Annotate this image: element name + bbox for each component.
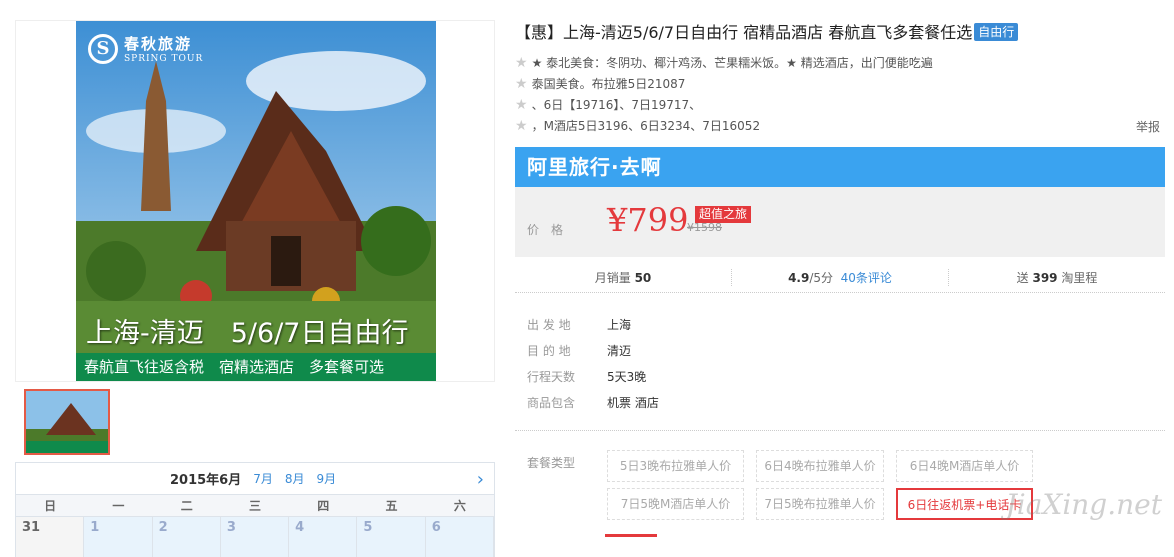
star-icon: ★: [515, 97, 528, 113]
price-panel: 价格 ¥799 超值之旅 ¥1598: [515, 187, 1165, 257]
calendar-day: 31: [16, 517, 85, 557]
star-icon: ★: [515, 118, 528, 134]
package-option[interactable]: 7日5晚布拉雅单人价: [756, 488, 884, 520]
calendar-day[interactable]: 3: [220, 517, 290, 557]
rating-suffix: /5分: [809, 271, 834, 285]
image-caption-band: 春航直飞往返含税 宿精选酒店 多套餐可选: [76, 353, 436, 381]
image-caption-title: 上海-清迈 5/6/7日自由行: [86, 318, 409, 349]
highlight-item: ★ ，M酒店5日3196、6日3234、7日16052: [515, 116, 1165, 137]
highlight-text: ★ 泰北美食：冬阴功、椰汁鸡汤、芒果糯米饭。★ 精选酒店，出门便能吃遍: [531, 56, 933, 70]
logo-cn-text: 春秋旅游: [124, 35, 193, 53]
current-price: ¥799: [607, 201, 689, 239]
package-option[interactable]: 6日4晚布拉雅单人价: [756, 450, 884, 482]
product-type-tag: 自由行: [974, 23, 1019, 41]
calendar-month-tab[interactable]: 8月: [285, 470, 305, 487]
package-option[interactable]: 7日5晚M酒店单人价: [607, 488, 744, 520]
info-value: 清迈: [607, 344, 632, 358]
product-title-text: 【惠】上海-清迈5/6/7日自由行 宿精品酒店 春航直飞多套餐任选: [515, 23, 973, 42]
image-thumbnail[interactable]: [24, 389, 110, 455]
weekday-label: 日: [44, 499, 57, 513]
calendar-current-month: 2015年6月: [170, 473, 242, 488]
monthly-sales: 月销量 50: [515, 269, 731, 286]
chevron-right-icon[interactable]: ›: [477, 469, 484, 490]
product-detail-column: 【惠】上海-清迈5/6/7日自由行 宿精品酒店 春航直飞多套餐任选 自由行 ★ ★ …: [515, 20, 1165, 520]
weekday-label: 三: [248, 499, 261, 513]
highlight-text: 泰国美食。布拉雅5日21087: [531, 77, 686, 91]
thumbnail-temple-icon: [26, 391, 108, 453]
mileage-prefix: 送: [1016, 271, 1029, 285]
calendar-day[interactable]: 1: [84, 517, 153, 557]
calendar-day[interactable]: 6: [425, 517, 494, 557]
sales-value: 50: [634, 271, 652, 285]
info-row: 出 发 地 上海: [527, 312, 659, 338]
calendar-day[interactable]: 4: [289, 517, 358, 557]
main-image-frame: S 春秋旅游 SPRING TOUR 上海-清迈 5/6/7日自由行 春航直飞往…: [15, 20, 495, 382]
weekday-label: 一: [112, 499, 125, 513]
trip-info: 出 发 地 上海 目 的 地 清迈 行程天数 5天3晚 商品包含 机票 酒店: [527, 312, 659, 416]
info-key: 目 的 地: [527, 344, 571, 358]
mileage-suffix: 淘里程: [1061, 271, 1098, 285]
divider: [515, 430, 1165, 431]
mileage-value: 399: [1032, 271, 1058, 285]
info-key: 出 发 地: [527, 318, 571, 332]
report-link[interactable]: 举报: [1136, 118, 1160, 135]
rating: 4.9/5分 40条评论: [731, 269, 948, 286]
highlight-item: ★ 、6日【19716】、7日19717、: [515, 95, 1165, 116]
weekday-label: 四: [317, 499, 330, 513]
calendar-weekdays: 日 一 二 三 四 五 六: [16, 495, 494, 517]
calendar-week-row: 31 1 2 3 4 5 6: [16, 517, 494, 557]
package-options: 5日3晚布拉雅单人价 6日4晚布拉雅单人价 6日4晚M酒店单人价 7日5晚M酒店…: [607, 450, 1057, 520]
highlight-item: ★ ★ 泰北美食：冬阴功、椰汁鸡汤、芒果糯米饭。★ 精选酒店，出门便能吃遍: [515, 53, 1165, 74]
calendar-day[interactable]: 5: [357, 517, 426, 557]
info-value: 上海: [607, 318, 632, 332]
departure-calendar: 2015年6月 7月 8月 9月 › 日 一 二 三 四 五 六 31 1 2 …: [15, 462, 495, 557]
gallery-column: S 春秋旅游 SPRING TOUR 上海-清迈 5/6/7日自由行 春航直飞往…: [15, 20, 495, 557]
product-highlights: ★ ★ 泰北美食：冬阴功、椰汁鸡汤、芒果糯米饭。★ 精选酒店，出门便能吃遍 ★ 泰国…: [515, 53, 1165, 137]
package-option[interactable]: 5日3晚布拉雅单人价: [607, 450, 744, 482]
star-icon: ★: [515, 76, 528, 92]
original-price: ¥1598: [687, 221, 722, 234]
package-type-label: 套餐类型: [527, 456, 576, 470]
logo-en-text: SPRING TOUR: [124, 54, 204, 64]
highlight-text: 、6日【19716】、7日19717、: [531, 98, 702, 112]
calendar-month-tab[interactable]: 9月: [317, 470, 337, 487]
main-product-image[interactable]: S 春秋旅游 SPRING TOUR 上海-清迈 5/6/7日自由行 春航直飞往…: [76, 21, 436, 381]
site-watermark: JiaXing.net: [1005, 488, 1162, 521]
star-icon: ★: [515, 55, 528, 71]
sales-label: 月销量: [594, 271, 631, 285]
info-value: 机票 酒店: [607, 396, 659, 410]
spring-tour-logo: S 春秋旅游 SPRING TOUR: [88, 33, 203, 64]
info-key: 行程天数: [527, 370, 576, 384]
calendar-header: 2015年6月 7月 8月 9月 ›: [16, 463, 494, 495]
alitrip-banner: 阿里旅行·去啊: [515, 147, 1165, 187]
info-row: 行程天数 5天3晚: [527, 364, 659, 390]
highlight-item: ★ 泰国美食。布拉雅5日21087: [515, 74, 1165, 95]
calendar-day[interactable]: 2: [152, 517, 221, 557]
package-option[interactable]: 6日4晚M酒店单人价: [896, 450, 1033, 482]
mileage-reward: 送 399 淘里程: [948, 269, 1165, 286]
logo-s-icon: S: [88, 33, 118, 64]
weekday-label: 二: [180, 499, 193, 513]
info-row: 商品包含 机票 酒店: [527, 390, 659, 416]
calendar-month-tab[interactable]: 7月: [253, 470, 273, 487]
info-value: 5天3晚: [607, 370, 647, 384]
weekday-label: 六: [453, 499, 466, 513]
reviews-link[interactable]: 40条评论: [841, 271, 892, 285]
weekday-label: 五: [385, 499, 398, 513]
price-label: 价格: [527, 223, 576, 237]
highlight-text: ，M酒店5日3196、6日3234、7日16052: [531, 119, 761, 133]
product-title: 【惠】上海-清迈5/6/7日自由行 宿精品酒店 春航直飞多套餐任选 自由行: [515, 20, 1165, 46]
product-stats: 月销量 50 4.9/5分 40条评论 送 399 淘里程: [515, 263, 1165, 293]
info-row: 目 的 地 清迈: [527, 338, 659, 364]
rating-value: 4.9: [788, 271, 810, 285]
info-key: 商品包含: [527, 396, 576, 410]
